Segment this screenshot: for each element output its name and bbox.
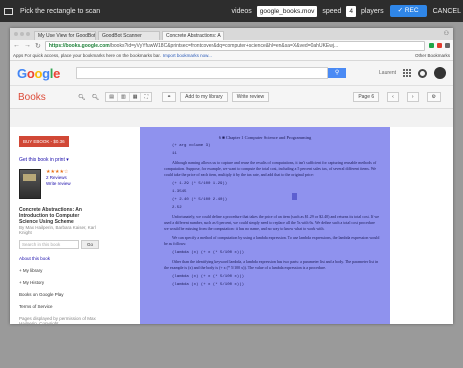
user-icon[interactable]: ⚇ xyxy=(444,30,449,37)
get-in-print-link[interactable]: Get this book in print ▾ xyxy=(19,157,99,163)
notifications-icon[interactable] xyxy=(418,68,427,78)
username[interactable]: Laurent xyxy=(379,70,396,76)
url-host: https://books.google.com xyxy=(48,42,110,49)
my-library-link[interactable]: + My library xyxy=(19,268,99,273)
books-title[interactable]: Books xyxy=(18,92,78,103)
address-bar[interactable]: https://books.google.com/books?id=yVyYfu… xyxy=(44,40,425,51)
rec-button[interactable]: ✓ REC xyxy=(389,5,427,17)
code-line: (+ 1.29 (* 5/100 1.29)) xyxy=(172,182,228,186)
code-output: 2.52 xyxy=(172,206,182,210)
prev-page-button[interactable]: ‹ xyxy=(387,92,399,102)
cancel-button[interactable]: CANCEL xyxy=(433,8,461,15)
url-path: /books?id=yVyYfuwW18C&printsec=frontcove… xyxy=(109,42,339,49)
speed-select[interactable]: 4 xyxy=(346,5,357,17)
book-title: Concrete Abstractions: An Introduction t… xyxy=(19,207,82,225)
buy-ebook-button[interactable]: BUY EBOOK - $0.36 xyxy=(19,136,69,147)
forward-icon[interactable]: → xyxy=(24,42,31,49)
import-bookmarks-link[interactable]: Import bookmarks now... xyxy=(163,53,212,58)
thumbnail-icon[interactable]: ▦ xyxy=(130,93,142,101)
books-content: BUY EBOOK - $0.36 Get this book in print… xyxy=(10,127,453,326)
books-toolbar: Books 🔍︎ 🔍︎ ▤ ▥ ▦ ⛶ ⚭ Add to my library … xyxy=(10,86,453,109)
single-page-icon[interactable]: ▤ xyxy=(106,93,118,101)
code-output: 1.3545 xyxy=(172,190,187,194)
page-select[interactable]: Page 6 xyxy=(353,92,380,102)
video-file-select[interactable]: google_books.mov xyxy=(256,5,318,17)
my-history-link[interactable]: + My History xyxy=(19,280,99,285)
videos-label: videos xyxy=(231,7,252,15)
code-line: (lambda (x) (+ x (* 5/100 x))) xyxy=(172,251,245,255)
address-row: ← → ↻ https://books.google.com/books?id=… xyxy=(10,40,453,51)
book-page-viewer[interactable]: 6 ■ Chapter 1 Computer Science and Progr… xyxy=(140,127,390,324)
capture-toolbar: Pick the rectangle to scan videos google… xyxy=(0,0,463,22)
terms-link[interactable]: Terms of Service xyxy=(19,304,99,309)
extension-icon[interactable] xyxy=(437,43,442,48)
write-review-button[interactable]: Write review xyxy=(231,92,270,102)
bookmarks-hint: Apps For quick access, place your bookma… xyxy=(13,53,161,58)
screen-capture-icon xyxy=(4,7,13,15)
tab-goodbot-scanner[interactable]: GoodBot Scanner xyxy=(98,31,160,40)
search-icon[interactable]: ⚲ xyxy=(328,68,347,78)
code-line: (lambda (x) (+ x (* 5/100 x))) xyxy=(172,283,245,287)
menu-icon[interactable] xyxy=(445,43,450,48)
mouse-cursor xyxy=(292,193,297,200)
chapter-heading: 6 ■ Chapter 1 Computer Science and Progr… xyxy=(218,135,312,140)
extensions xyxy=(429,43,450,48)
fullscreen-icon[interactable]: ⛶ xyxy=(141,93,151,101)
page-paragraph: We can specify a method of computation b… xyxy=(164,235,380,246)
reload-icon[interactable]: ↻ xyxy=(35,42,41,50)
code-line: (+ 2.40 (* 5/100 2.40)) xyxy=(172,198,228,202)
tab-concrete-abstractions[interactable]: Concrete Abstractions: A xyxy=(162,31,224,40)
code-output: 11 xyxy=(172,152,177,156)
search-go-button[interactable]: Go xyxy=(80,240,99,249)
add-to-library-button[interactable]: Add to my library xyxy=(180,92,228,102)
apps-grid-icon[interactable] xyxy=(403,69,411,77)
book-sidebar: BUY EBOOK - $0.36 Get this book in print… xyxy=(19,130,99,326)
write-review-link[interactable]: Write review xyxy=(46,181,71,187)
capture-prompt: Pick the rectangle to scan xyxy=(20,7,101,15)
book-authors: By Max Hailperin, Barbara Kaiser, Karl K… xyxy=(19,225,96,235)
other-bookmarks[interactable]: Other Bookmarks xyxy=(415,53,450,58)
permission-note: Pages displayed by permission of Max Hai… xyxy=(19,316,96,326)
google-header: Google ⚲ Laurent xyxy=(10,61,453,86)
link-button[interactable]: ⚭ xyxy=(161,92,177,102)
window-controls[interactable] xyxy=(14,32,30,36)
extension-icon[interactable] xyxy=(429,43,434,48)
bookmarks-bar: Apps For quick access, place your bookma… xyxy=(10,51,453,61)
page-paragraph: Unfortunately, we could define a procedu… xyxy=(164,214,380,231)
back-icon[interactable]: ← xyxy=(13,42,20,49)
next-page-button[interactable]: › xyxy=(406,92,419,102)
google-play-link[interactable]: Books on Google Play xyxy=(19,292,99,297)
page-paragraph: Other than the identifying keyword lambd… xyxy=(164,259,379,270)
tab-strip: My Use View for GoodBot GoodBot Scanner … xyxy=(10,28,453,40)
tab-use-view[interactable]: My Use View for GoodBot xyxy=(34,31,96,40)
page-paragraph: Although naming allows us to capture and… xyxy=(164,160,377,177)
players-label: players xyxy=(361,7,384,15)
google-logo[interactable]: Google xyxy=(17,66,60,81)
avatar[interactable] xyxy=(434,67,446,79)
code-line: (+ arg volume 3) xyxy=(172,144,211,148)
google-search-input[interactable] xyxy=(76,67,329,79)
search-in-book-input[interactable]: Search in this book xyxy=(19,240,79,249)
book-cover[interactable] xyxy=(19,169,41,199)
speed-label: speed xyxy=(322,7,342,15)
view-mode-group: ▤ ▥ ▦ ⛶ xyxy=(105,92,152,102)
about-book-link[interactable]: About this book xyxy=(19,256,99,261)
zoom-out-icon[interactable]: 🔍︎ xyxy=(78,94,86,101)
two-page-icon[interactable]: ▥ xyxy=(118,93,130,101)
zoom-in-icon[interactable]: 🔍︎ xyxy=(92,94,100,101)
settings-gear-icon[interactable]: ⚙ xyxy=(426,92,441,102)
code-line: (lambda (x) (+ x (* 5/100 x))) xyxy=(172,275,245,279)
